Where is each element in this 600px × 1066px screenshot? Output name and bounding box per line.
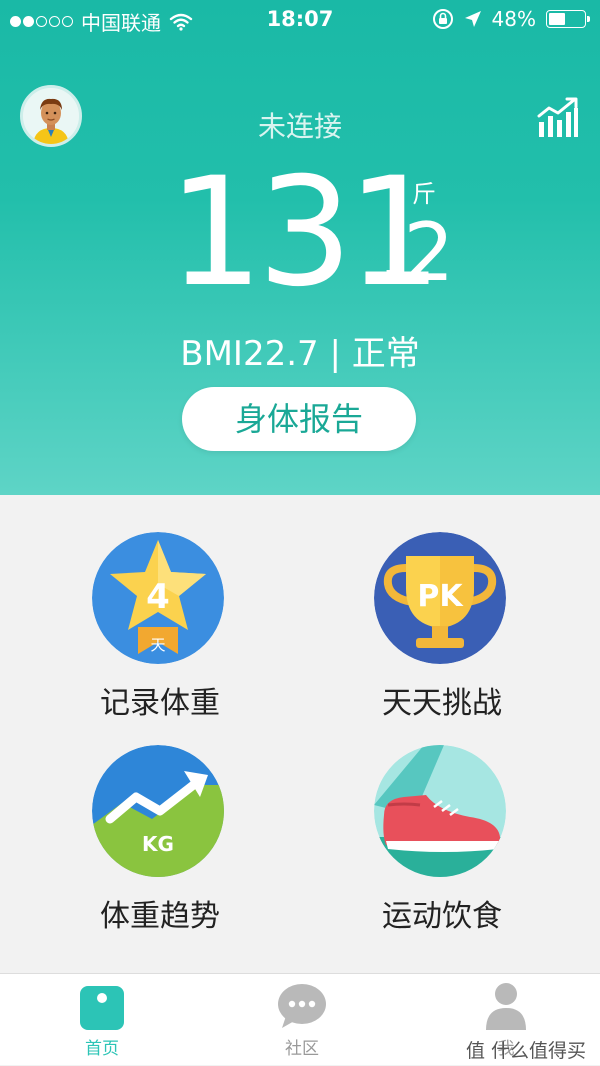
tile-daily-challenge[interactable]: PK 天天挑战 [322, 532, 562, 732]
home-scale-icon [80, 986, 124, 1030]
trophy-pk-icon: PK [374, 532, 506, 664]
tab-community[interactable]: 社区 [242, 974, 362, 1066]
star-streak-icon: 4 天 [92, 532, 224, 664]
tile-label: 记录体重 [100, 686, 220, 721]
streak-days-number: 4 [146, 577, 170, 617]
sneaker-icon [374, 745, 506, 877]
rotation-lock-icon [432, 9, 453, 29]
tab-label: 首页 [85, 1039, 119, 1059]
tile-label: 运动饮食 [382, 899, 502, 934]
tab-home[interactable]: 首页 [42, 974, 162, 1066]
tile-record-weight[interactable]: 4 天 记录体重 [40, 532, 280, 732]
battery-icon [546, 10, 590, 28]
status-bar: 中国联通 18:07 48% [0, 0, 600, 40]
chat-bubble-icon [278, 984, 326, 1028]
bar-chart-trend-icon [537, 97, 578, 137]
weight-display: 131 .2 斤 [0, 148, 600, 318]
tile-label: 体重趋势 [100, 899, 220, 934]
tile-weight-trend[interactable]: KG 体重趋势 [40, 745, 280, 945]
streak-days-unit: 天 [150, 636, 165, 654]
pk-label: PK [417, 579, 464, 614]
battery-percent: 48% [491, 7, 536, 31]
watermark: 值 什么值得买 [465, 1040, 586, 1062]
trend-arrow-kg-icon: KG [92, 745, 224, 877]
body-report-button[interactable]: 身体报告 [182, 387, 416, 451]
person-icon [486, 983, 526, 1030]
kg-label: KG [142, 832, 174, 856]
tile-exercise-diet[interactable]: 运动饮食 [322, 745, 562, 945]
connection-status: 未连接 [257, 110, 342, 143]
trend-chart-button[interactable] [536, 96, 580, 140]
weight-unit: 斤 [412, 180, 436, 208]
tab-label: 社区 [285, 1039, 319, 1059]
tile-label: 天天挑战 [382, 686, 502, 721]
weight-decimal: .2 [378, 206, 455, 299]
status-right: 48% [432, 7, 590, 31]
location-arrow-icon [464, 11, 481, 27]
bmi-status: BMI22.7 | 正常 [180, 334, 420, 374]
